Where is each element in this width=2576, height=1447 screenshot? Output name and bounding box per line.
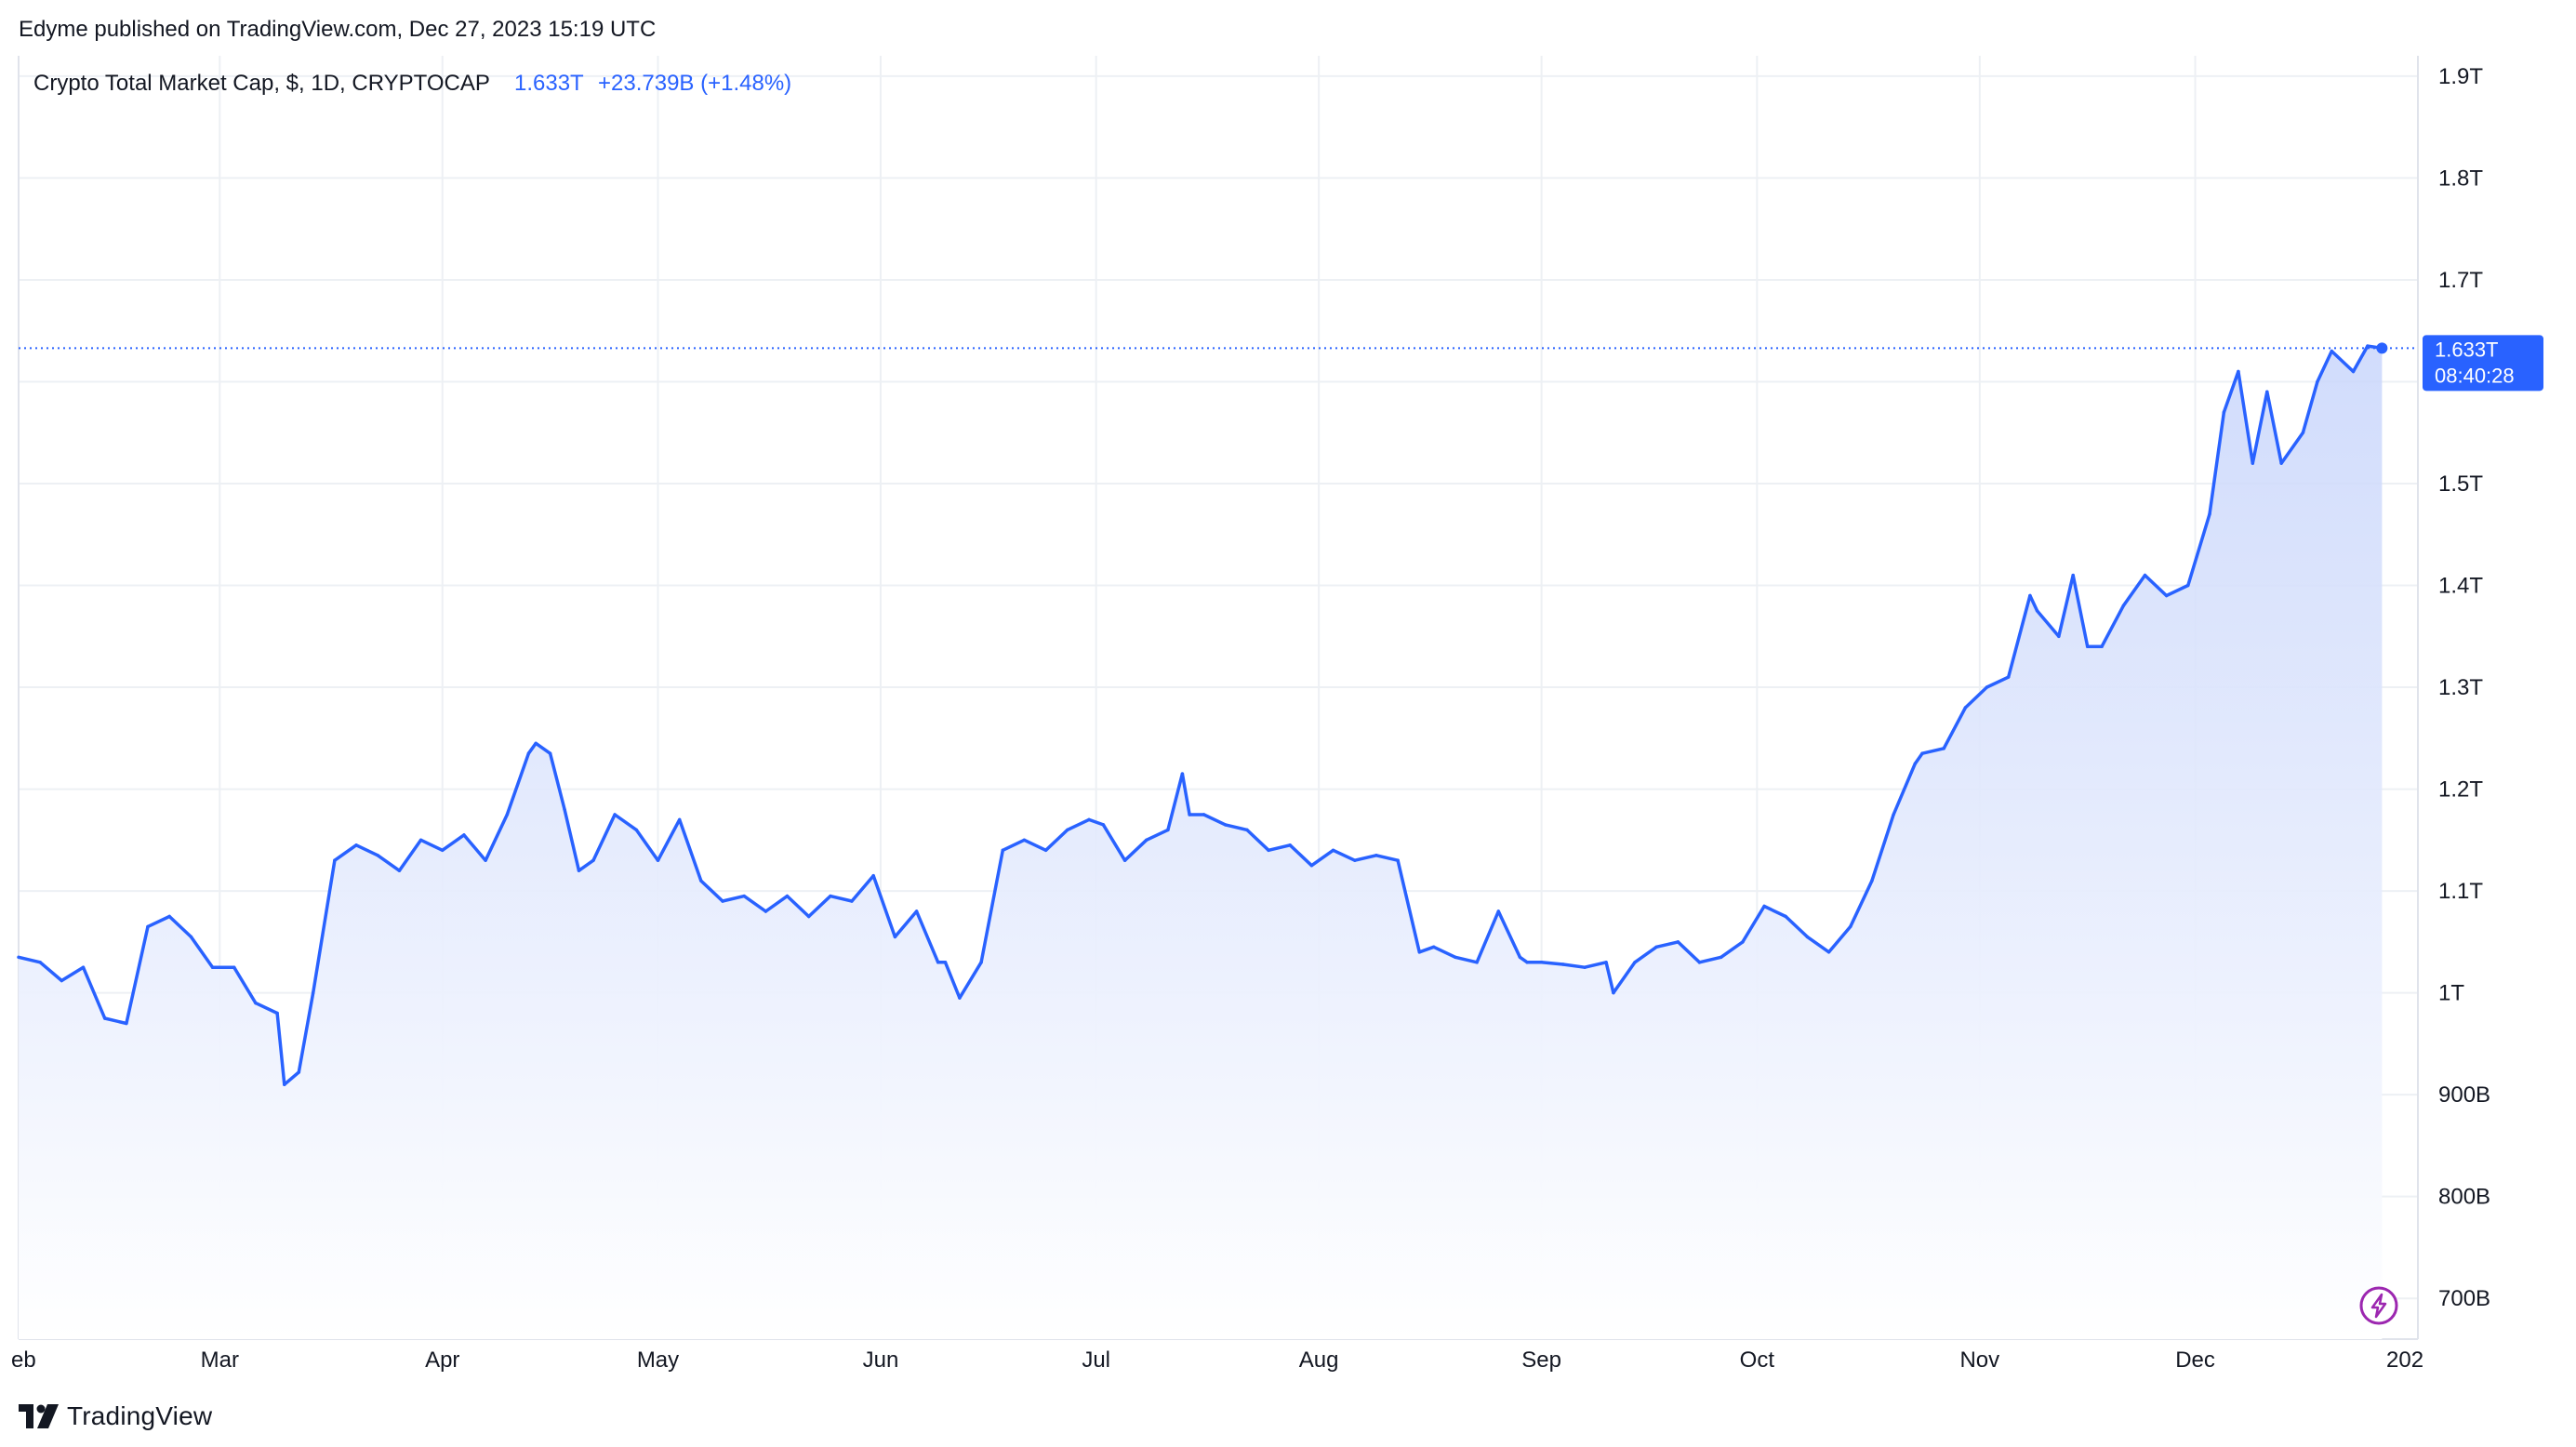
y-tick-label: 800B — [2438, 1185, 2490, 1210]
x-tick-label: Jun — [863, 1347, 899, 1373]
legend-symbol: Crypto Total Market Cap, $, 1D, CRYPTOCA… — [33, 71, 490, 96]
x-tick-label: Apr — [425, 1347, 459, 1373]
x-tick-label: Sep — [1521, 1347, 1561, 1373]
flash-button[interactable] — [2359, 1286, 2398, 1325]
footer: TradingView — [19, 1401, 212, 1432]
last-price-badge: 1.633T 08:40:28 — [2423, 335, 2543, 392]
x-tick-label: Oct — [1740, 1347, 1775, 1373]
y-tick-label: 1.4T — [2438, 574, 2483, 599]
price-badge-countdown: 08:40:28 — [2435, 364, 2515, 387]
y-tick-label: 1.5T — [2438, 471, 2483, 497]
y-tick-label: 1T — [2438, 981, 2464, 1006]
y-tick-label: 700B — [2438, 1286, 2490, 1311]
x-tick-label: Mar — [201, 1347, 239, 1373]
legend-change: +23.739B (+1.48%) — [598, 71, 791, 96]
price-badge-value: 1.633T — [2435, 338, 2499, 361]
y-tick-label: 1.7T — [2438, 268, 2483, 293]
chart-area[interactable]: 700B800B900B1T1.1T1.2T1.3T1.4T1.5T1.6T1.… — [0, 0, 2576, 1447]
y-tick-label: 900B — [2438, 1082, 2490, 1108]
x-tick-label: eb — [11, 1347, 36, 1373]
x-tick-label: Jul — [1082, 1347, 1110, 1373]
time-axis: eb Mar Apr May Jun Jul Aug Sep Oct Nov Dec 202 — [11, 1347, 2423, 1373]
tradingview-brand[interactable]: TradingView — [67, 1401, 212, 1431]
y-tick-label: 1.3T — [2438, 675, 2483, 700]
legend-last-value: 1.633T — [514, 71, 584, 96]
y-tick-label: 1.8T — [2438, 166, 2483, 191]
last-point-dot[interactable] — [2376, 342, 2388, 354]
y-tick-label: 1.2T — [2438, 777, 2483, 803]
flash-button-ring — [2359, 1286, 2398, 1325]
price-axis: 700B800B900B1T1.1T1.2T1.3T1.4T1.5T1.6T1.… — [2438, 64, 2490, 1311]
x-tick-label: Nov — [1959, 1347, 1999, 1373]
series-segment — [1539, 961, 1565, 966]
y-tick-label: 1.9T — [2438, 64, 2483, 89]
legend: Crypto Total Market Cap, $, 1D, CRYPTOCA… — [33, 71, 791, 96]
y-tick-label: 1.1T — [2438, 879, 2483, 904]
tradingview-logo-icon[interactable] — [19, 1404, 60, 1428]
x-tick-label: Aug — [1299, 1347, 1339, 1373]
x-tick-label: Dec — [2175, 1347, 2215, 1373]
x-tick-label: 202 — [2386, 1347, 2423, 1373]
x-tick-label: May — [637, 1347, 679, 1373]
